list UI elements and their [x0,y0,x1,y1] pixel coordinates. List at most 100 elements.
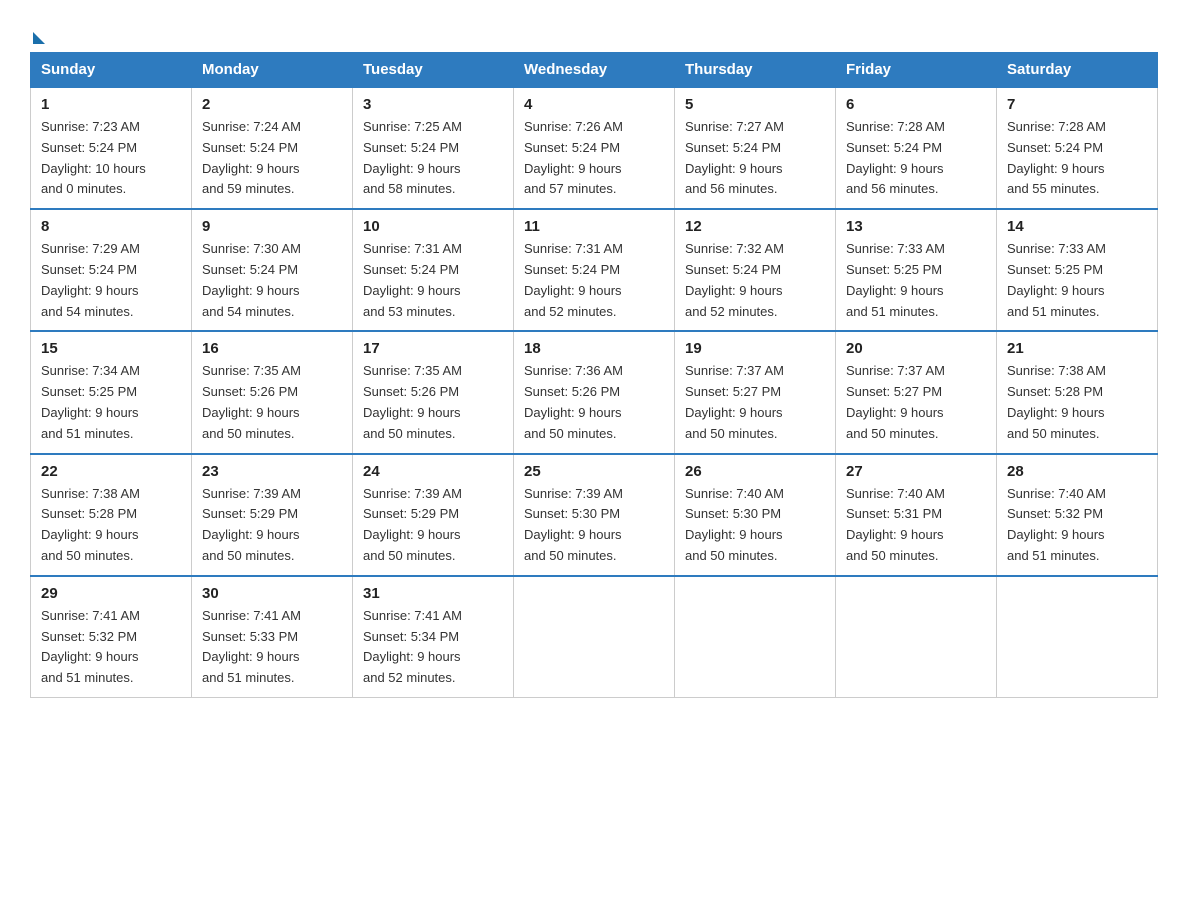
calendar-day-cell: 13 Sunrise: 7:33 AMSunset: 5:25 PMDayligh… [836,209,997,331]
day-info: Sunrise: 7:28 AMSunset: 5:24 PMDaylight:… [846,117,986,200]
calendar-day-cell: 9 Sunrise: 7:30 AMSunset: 5:24 PMDaylight… [192,209,353,331]
day-number: 18 [524,340,664,357]
calendar-day-cell [675,576,836,698]
calendar-day-cell: 12Sunrise: 7:32 AMSunset: 5:24 PMDayligh… [675,209,836,331]
day-number: 22 [41,463,181,480]
day-number: 7 [1007,96,1147,113]
day-info: Sunrise: 7:37 AMSunset: 5:27 PMDaylight:… [685,361,825,444]
calendar-day-cell: 16 Sunrise: 7:35 AMSunset: 5:26 PMDayligh… [192,331,353,453]
day-number: 24 [363,463,503,480]
calendar-header-row: SundayMondayTuesdayWednesdayThursdayFrid… [31,53,1158,88]
calendar-day-cell: 29 Sunrise: 7:41 AMSunset: 5:32 PMDayligh… [31,576,192,698]
day-info: Sunrise: 7:39 AMSunset: 5:29 PMDaylight:… [363,484,503,567]
day-number: 27 [846,463,986,480]
day-info: Sunrise: 7:40 AMSunset: 5:32 PMDaylight:… [1007,484,1147,567]
calendar-day-cell: 5Sunrise: 7:27 AMSunset: 5:24 PMDaylight… [675,87,836,209]
day-of-week-header: Saturday [997,53,1158,88]
day-info: Sunrise: 7:34 AMSunset: 5:25 PMDaylight:… [41,361,181,444]
day-number: 2 [202,96,342,113]
day-of-week-header: Wednesday [514,53,675,88]
day-number: 15 [41,340,181,357]
day-info: Sunrise: 7:28 AMSunset: 5:24 PMDaylight:… [1007,117,1147,200]
day-number: 3 [363,96,503,113]
calendar-day-cell: 15 Sunrise: 7:34 AMSunset: 5:25 PMDayligh… [31,331,192,453]
calendar-day-cell: 17 Sunrise: 7:35 AMSunset: 5:26 PMDayligh… [353,331,514,453]
day-number: 13 [846,218,986,235]
day-number: 11 [524,218,664,235]
day-of-week-header: Friday [836,53,997,88]
day-of-week-header: Sunday [31,53,192,88]
day-info: Sunrise: 7:26 AMSunset: 5:24 PMDaylight:… [524,117,664,200]
day-number: 23 [202,463,342,480]
calendar-day-cell: 14 Sunrise: 7:33 AMSunset: 5:25 PMDayligh… [997,209,1158,331]
day-number: 14 [1007,218,1147,235]
day-info: Sunrise: 7:38 AMSunset: 5:28 PMDaylight:… [41,484,181,567]
day-number: 20 [846,340,986,357]
day-number: 16 [202,340,342,357]
day-info: Sunrise: 7:41 AMSunset: 5:32 PMDaylight:… [41,606,181,689]
calendar-day-cell: 2 Sunrise: 7:24 AMSunset: 5:24 PMDaylight… [192,87,353,209]
day-info: Sunrise: 7:23 AMSunset: 5:24 PMDaylight:… [41,117,181,200]
day-info: Sunrise: 7:41 AMSunset: 5:34 PMDaylight:… [363,606,503,689]
calendar-day-cell: 1 Sunrise: 7:23 AMSunset: 5:24 PMDaylight… [31,87,192,209]
day-number: 6 [846,96,986,113]
calendar-day-cell: 23 Sunrise: 7:39 AMSunset: 5:29 PMDayligh… [192,454,353,576]
day-info: Sunrise: 7:38 AMSunset: 5:28 PMDaylight:… [1007,361,1147,444]
calendar-day-cell [836,576,997,698]
day-info: Sunrise: 7:24 AMSunset: 5:24 PMDaylight:… [202,117,342,200]
calendar-week-row: 1 Sunrise: 7:23 AMSunset: 5:24 PMDaylight… [31,87,1158,209]
calendar-week-row: 22 Sunrise: 7:38 AMSunset: 5:28 PMDayligh… [31,454,1158,576]
day-info: Sunrise: 7:31 AMSunset: 5:24 PMDaylight:… [363,239,503,322]
calendar-day-cell: 7 Sunrise: 7:28 AMSunset: 5:24 PMDaylight… [997,87,1158,209]
calendar-day-cell: 31 Sunrise: 7:41 AMSunset: 5:34 PMDayligh… [353,576,514,698]
calendar-day-cell: 22 Sunrise: 7:38 AMSunset: 5:28 PMDayligh… [31,454,192,576]
calendar-day-cell: 28 Sunrise: 7:40 AMSunset: 5:32 PMDayligh… [997,454,1158,576]
day-number: 17 [363,340,503,357]
day-number: 1 [41,96,181,113]
day-number: 4 [524,96,664,113]
day-number: 9 [202,218,342,235]
calendar-day-cell: 3 Sunrise: 7:25 AMSunset: 5:24 PMDaylight… [353,87,514,209]
logo-arrow-icon [33,32,45,44]
calendar-day-cell: 24 Sunrise: 7:39 AMSunset: 5:29 PMDayligh… [353,454,514,576]
calendar-day-cell [997,576,1158,698]
calendar-day-cell [514,576,675,698]
day-info: Sunrise: 7:40 AMSunset: 5:31 PMDaylight:… [846,484,986,567]
day-info: Sunrise: 7:25 AMSunset: 5:24 PMDaylight:… [363,117,503,200]
day-info: Sunrise: 7:32 AMSunset: 5:24 PMDaylight:… [685,239,825,322]
day-number: 8 [41,218,181,235]
day-number: 21 [1007,340,1147,357]
day-info: Sunrise: 7:35 AMSunset: 5:26 PMDaylight:… [202,361,342,444]
day-info: Sunrise: 7:33 AMSunset: 5:25 PMDaylight:… [846,239,986,322]
day-info: Sunrise: 7:39 AMSunset: 5:30 PMDaylight:… [524,484,664,567]
day-number: 30 [202,585,342,602]
day-info: Sunrise: 7:29 AMSunset: 5:24 PMDaylight:… [41,239,181,322]
calendar-week-row: 29 Sunrise: 7:41 AMSunset: 5:32 PMDayligh… [31,576,1158,698]
day-number: 28 [1007,463,1147,480]
calendar-day-cell: 21 Sunrise: 7:38 AMSunset: 5:28 PMDayligh… [997,331,1158,453]
logo [30,30,45,42]
calendar-week-row: 15 Sunrise: 7:34 AMSunset: 5:25 PMDayligh… [31,331,1158,453]
calendar-day-cell: 25Sunrise: 7:39 AMSunset: 5:30 PMDayligh… [514,454,675,576]
calendar-day-cell: 27 Sunrise: 7:40 AMSunset: 5:31 PMDayligh… [836,454,997,576]
day-number: 29 [41,585,181,602]
day-info: Sunrise: 7:40 AMSunset: 5:30 PMDaylight:… [685,484,825,567]
day-info: Sunrise: 7:37 AMSunset: 5:27 PMDaylight:… [846,361,986,444]
day-number: 5 [685,96,825,113]
day-info: Sunrise: 7:33 AMSunset: 5:25 PMDaylight:… [1007,239,1147,322]
calendar-day-cell: 10 Sunrise: 7:31 AMSunset: 5:24 PMDayligh… [353,209,514,331]
day-of-week-header: Monday [192,53,353,88]
day-info: Sunrise: 7:41 AMSunset: 5:33 PMDaylight:… [202,606,342,689]
day-number: 10 [363,218,503,235]
day-info: Sunrise: 7:35 AMSunset: 5:26 PMDaylight:… [363,361,503,444]
calendar-day-cell: 18 Sunrise: 7:36 AMSunset: 5:26 PMDayligh… [514,331,675,453]
day-info: Sunrise: 7:30 AMSunset: 5:24 PMDaylight:… [202,239,342,322]
day-number: 31 [363,585,503,602]
day-info: Sunrise: 7:31 AMSunset: 5:24 PMDaylight:… [524,239,664,322]
calendar-day-cell: 20 Sunrise: 7:37 AMSunset: 5:27 PMDayligh… [836,331,997,453]
day-of-week-header: Thursday [675,53,836,88]
day-info: Sunrise: 7:39 AMSunset: 5:29 PMDaylight:… [202,484,342,567]
day-info: Sunrise: 7:36 AMSunset: 5:26 PMDaylight:… [524,361,664,444]
calendar-day-cell: 11 Sunrise: 7:31 AMSunset: 5:24 PMDayligh… [514,209,675,331]
day-of-week-header: Tuesday [353,53,514,88]
